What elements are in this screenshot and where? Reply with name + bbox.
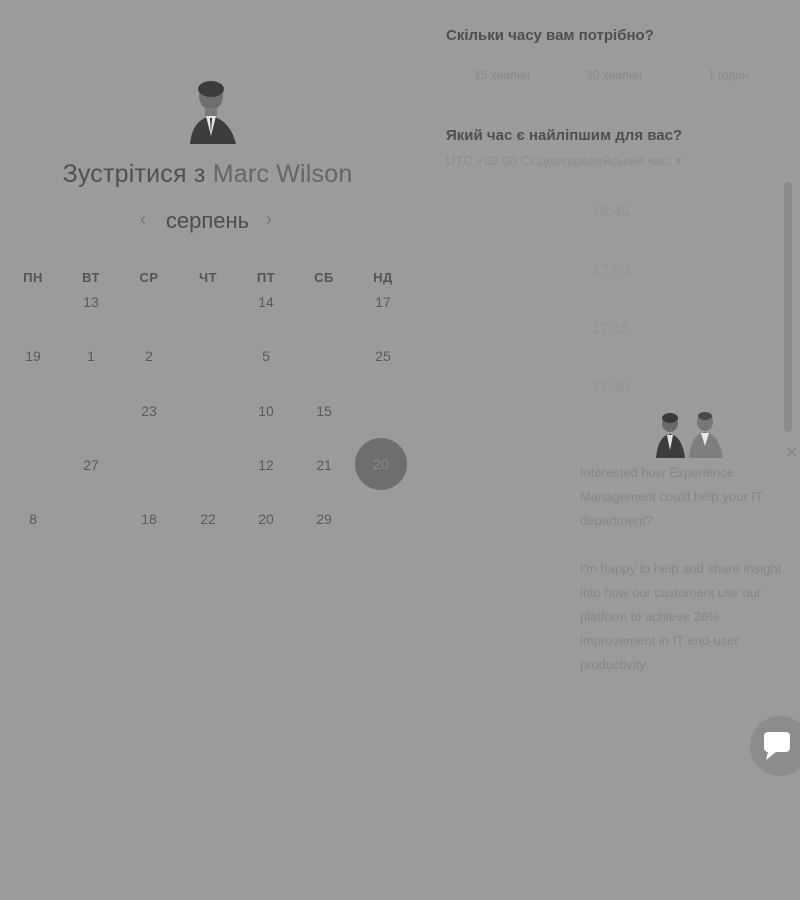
selected-day[interactable]: 20 xyxy=(355,438,407,490)
weekday-label: ВТ xyxy=(82,270,100,285)
chat-bubble-icon xyxy=(764,732,790,760)
page-title: Зустрітися з Marc Wilson xyxy=(0,160,415,189)
timezone-label: UTC +03:00 Східноєвропейський час xyxy=(446,153,668,168)
calendar-day[interactable]: 1 xyxy=(63,348,119,364)
chevron-down-icon: ▾ xyxy=(671,153,682,168)
calendar-day[interactable]: 10 xyxy=(238,403,294,419)
weekday-label: СР xyxy=(139,270,159,285)
calendar-day[interactable]: 12 xyxy=(238,457,294,473)
calendar-day[interactable]: 14 xyxy=(238,294,294,310)
weekday-label: ПТ xyxy=(256,270,276,285)
chat-agents-avatar xyxy=(655,410,725,458)
calendar-day[interactable]: 25 xyxy=(355,348,411,364)
time-slot[interactable]: 16:45 xyxy=(592,203,630,220)
weekday-label: СБ xyxy=(314,270,334,285)
month-navigation: ‹ серпень › xyxy=(0,206,415,234)
month-label: серпень xyxy=(165,208,250,233)
calendar-day[interactable]: 29 xyxy=(296,511,352,527)
calendar-day[interactable]: 21 xyxy=(296,457,352,473)
chevron-left-icon[interactable]: ‹ xyxy=(140,209,146,230)
calendar-day[interactable]: 18 xyxy=(121,511,177,527)
calendar-day[interactable]: 22 xyxy=(180,511,236,527)
calendar-day[interactable]: 2 xyxy=(121,348,177,364)
close-icon[interactable]: ✕ xyxy=(785,443,798,463)
duration-question: Скільки часу вам потрібно? xyxy=(446,27,654,44)
booking-panel: Скільки часу вам потрібно? 15 хвилин 30 … xyxy=(446,0,800,900)
title-prefix: Зустрітися з xyxy=(62,160,206,188)
duration-option[interactable]: 1 годин xyxy=(708,68,749,82)
calendar-day[interactable]: 5 xyxy=(238,348,294,364)
time-slot[interactable]: 17:30 xyxy=(592,378,630,395)
calendar-day[interactable]: 23 xyxy=(121,403,177,419)
calendar-day[interactable]: 13 xyxy=(63,294,119,310)
duration-option[interactable]: 15 хвилин xyxy=(474,68,530,82)
host-avatar xyxy=(186,78,238,144)
weekday-label: ПН xyxy=(23,270,43,285)
calendar-day[interactable]: 27 xyxy=(63,457,119,473)
chat-message-2: I'm happy to help and share insight into… xyxy=(580,561,782,672)
calendar-day[interactable]: 15 xyxy=(296,403,352,419)
time-question: Який час є найліпшим для вас? xyxy=(446,127,683,144)
calendar-day[interactable]: 8 xyxy=(5,511,61,527)
chat-launcher-button[interactable] xyxy=(750,716,800,776)
weekday-label: ЧТ xyxy=(198,270,218,285)
timezone-select[interactable]: UTC +03:00 Східноєвропейський час ▾ xyxy=(446,153,682,169)
chat-message-1: Interested how Experience Management cou… xyxy=(580,465,763,528)
host-name: Marc Wilson xyxy=(212,160,353,188)
calendar-panel: Зустрітися з Marc Wilson ‹ серпень › ПН … xyxy=(0,0,420,600)
calendar-day[interactable]: 20 xyxy=(238,511,294,527)
time-slot-scrollbar[interactable] xyxy=(784,182,792,432)
time-slot[interactable]: 17:00 xyxy=(592,261,630,278)
calendar-day[interactable]: 19 xyxy=(5,348,61,364)
calendar-day[interactable]: 17 xyxy=(355,294,411,310)
duration-option[interactable]: 30 хвилин xyxy=(586,68,642,82)
weekday-label: НД xyxy=(373,270,393,285)
chat-message: Interested how Experience Management cou… xyxy=(580,461,794,701)
duration-options: 15 хвилин 30 хвилин 1 годин xyxy=(446,68,786,88)
time-slot[interactable]: 17:15 xyxy=(592,320,630,337)
chevron-right-icon[interactable]: › xyxy=(266,209,272,230)
